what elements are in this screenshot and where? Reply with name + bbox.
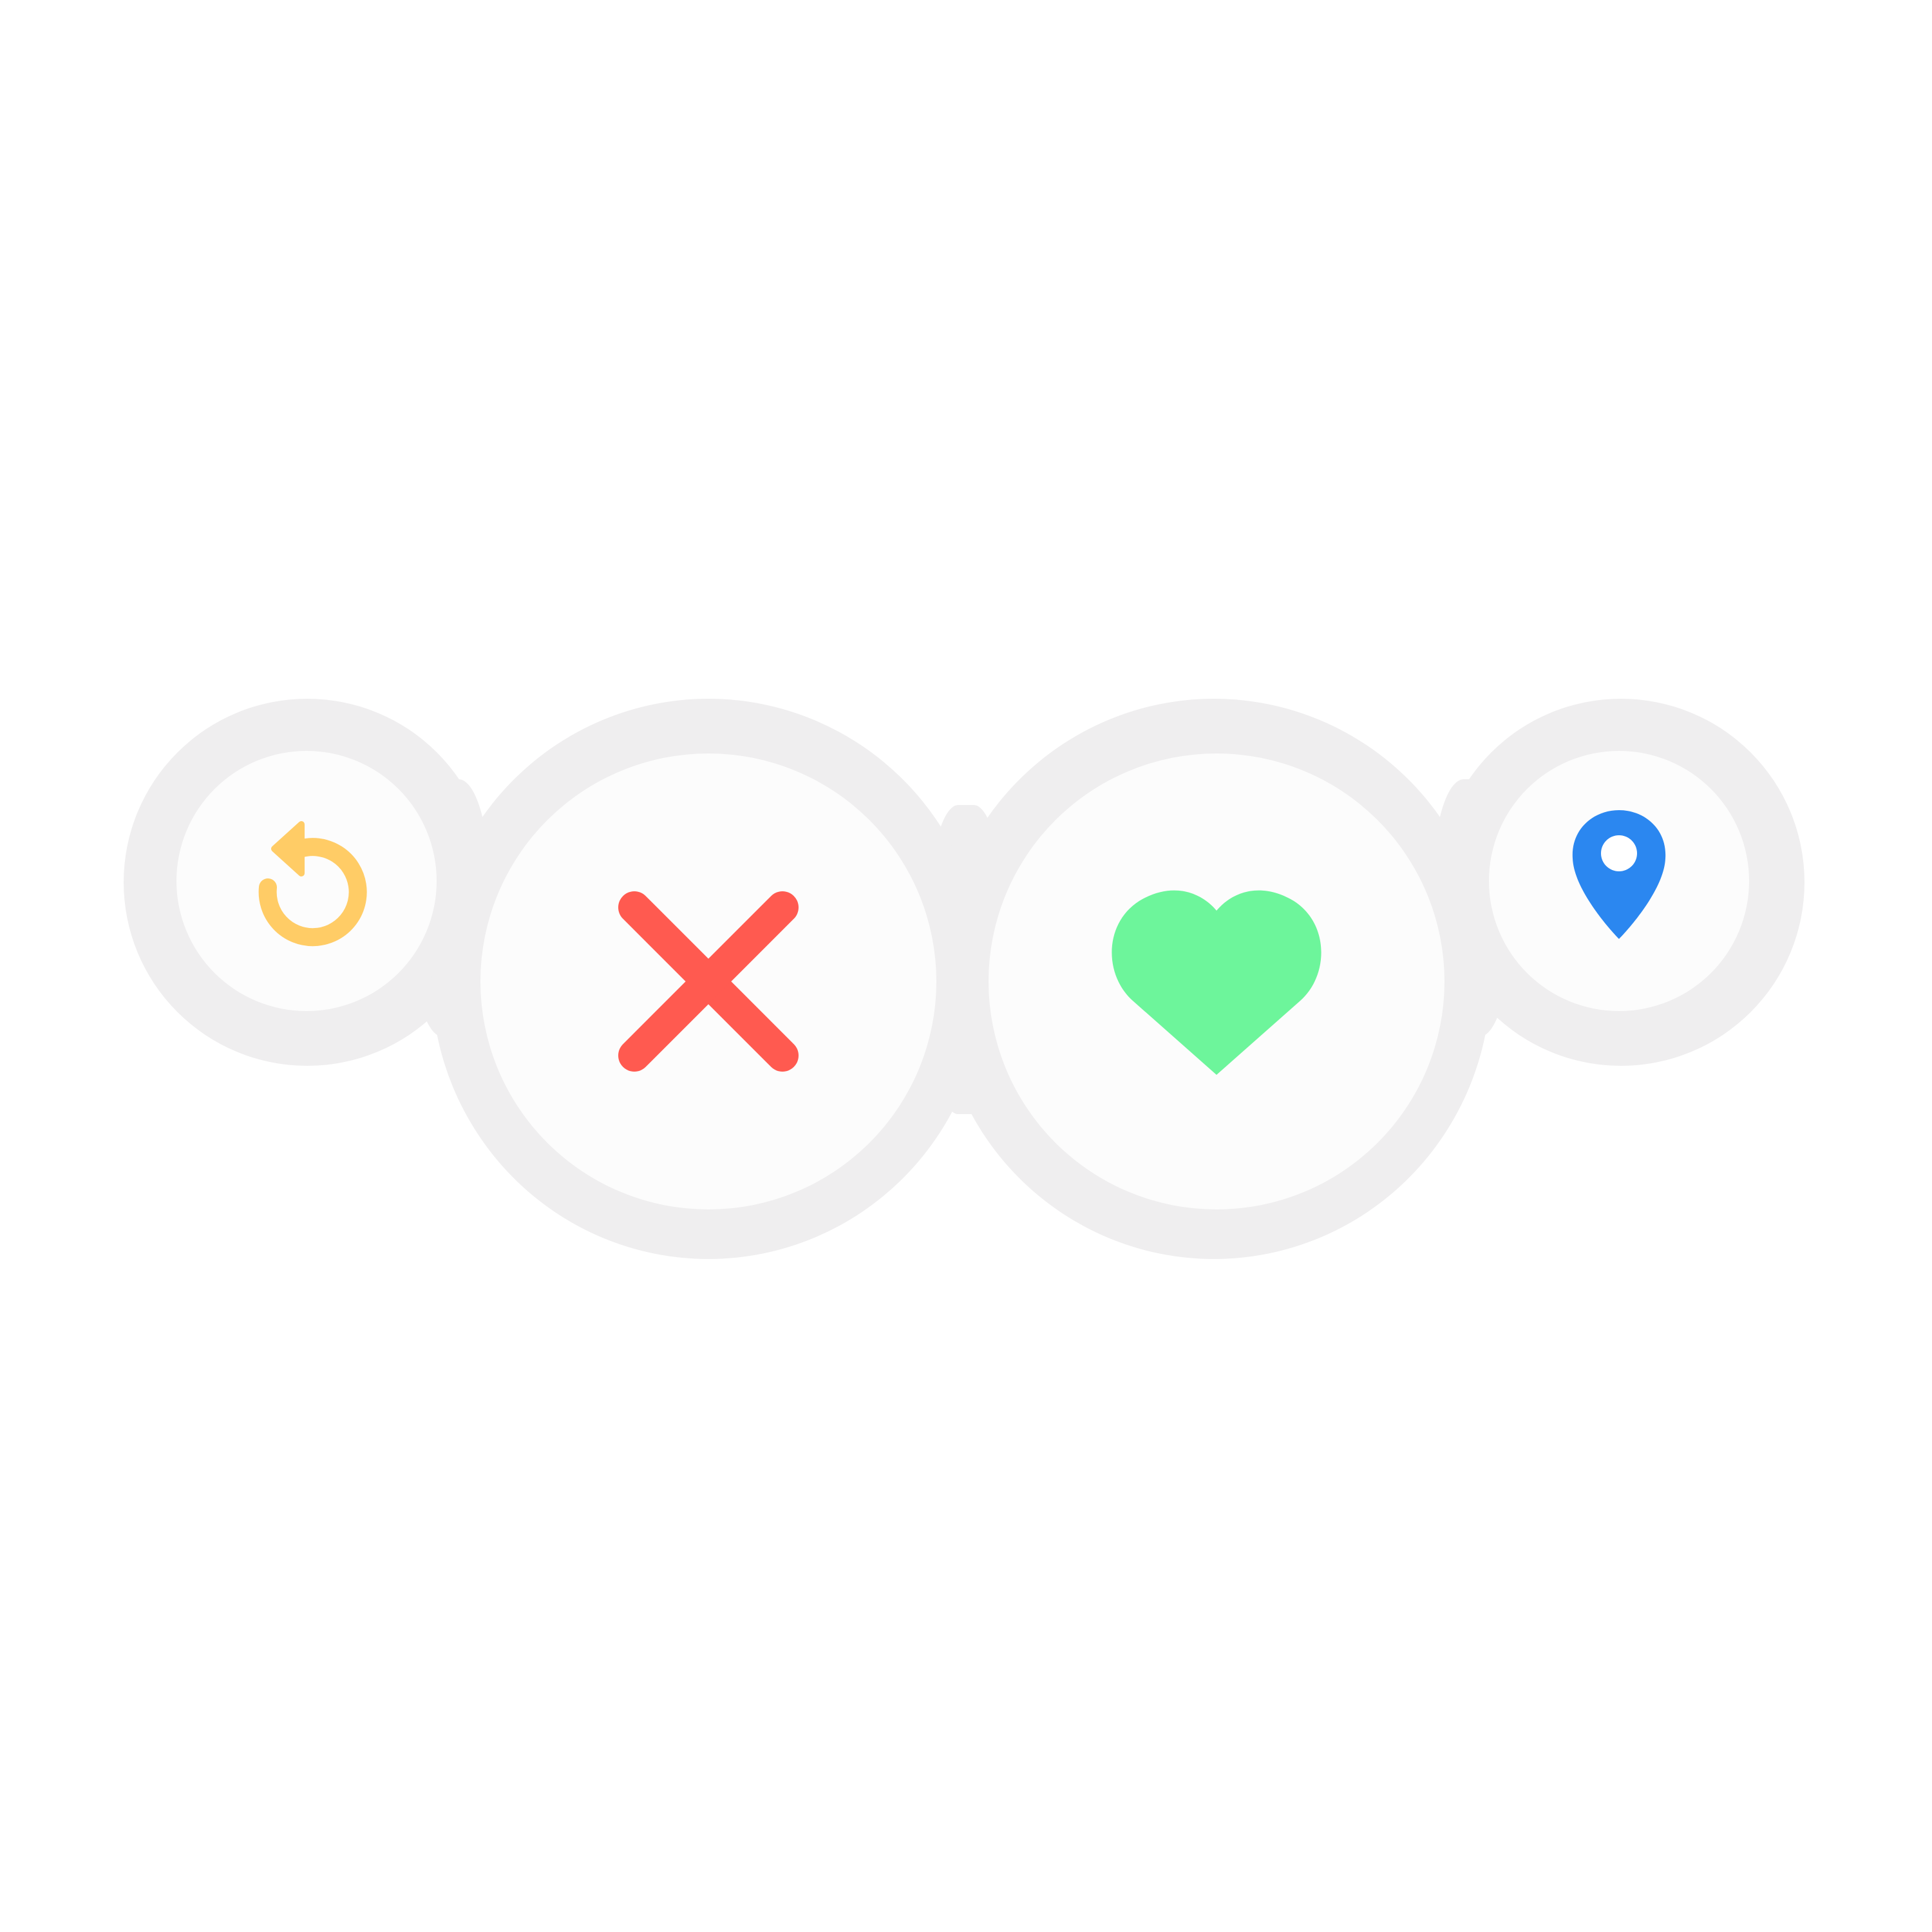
swipe-action-bar xyxy=(0,0,1932,1932)
rewind-button[interactable] xyxy=(176,751,437,1011)
location-button[interactable] xyxy=(1489,751,1749,1011)
like-button[interactable] xyxy=(989,753,1444,1209)
rewind-icon xyxy=(258,821,367,947)
close-icon xyxy=(618,891,799,1072)
page xyxy=(0,0,1932,1932)
location-pin-icon xyxy=(1572,810,1666,939)
nope-button[interactable] xyxy=(480,753,936,1209)
heart-icon xyxy=(1112,890,1321,1075)
